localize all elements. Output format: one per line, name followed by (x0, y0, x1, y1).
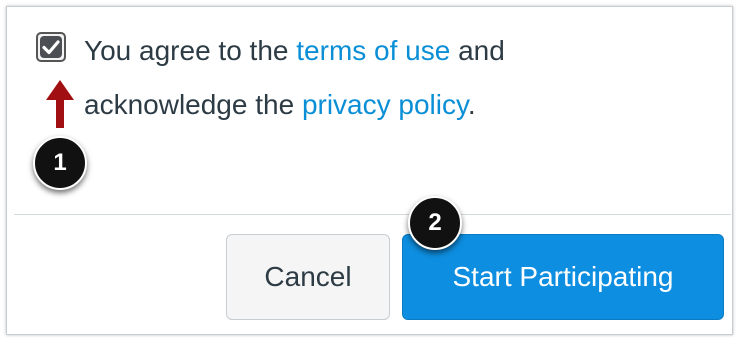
agree-checkbox[interactable] (36, 32, 66, 62)
checkmark-icon (42, 40, 60, 55)
callout-badge-2: 2 (408, 196, 462, 250)
footer-divider (14, 214, 731, 215)
start-participating-button[interactable]: Start Participating (402, 234, 724, 320)
cancel-button[interactable]: Cancel (226, 234, 390, 320)
agreement-text-after: . (467, 89, 476, 120)
terms-of-use-link[interactable]: terms of use (296, 35, 450, 66)
agreement-text: You agree to the terms of use and acknow… (84, 24, 644, 132)
callout-arrow-icon (46, 80, 74, 128)
agreement-text-before: You agree to the (84, 35, 297, 66)
callout-badge-1: 1 (33, 136, 87, 190)
privacy-policy-link[interactable]: privacy policy (302, 89, 468, 120)
